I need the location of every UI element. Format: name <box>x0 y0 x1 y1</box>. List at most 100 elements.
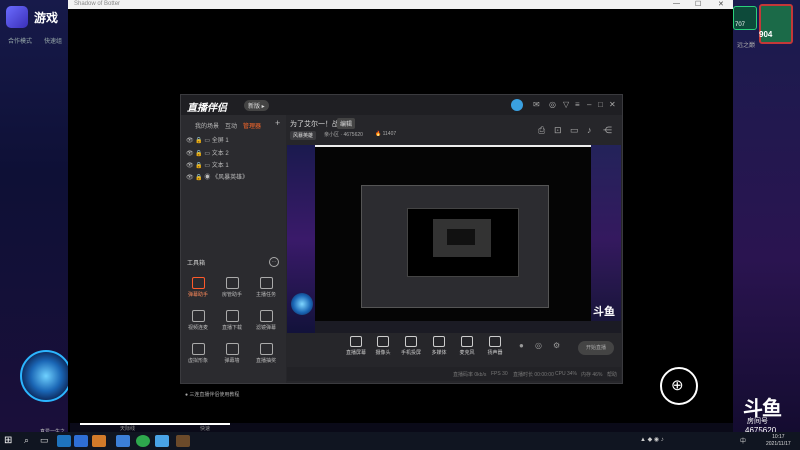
game-bottom-strip: 天际线 快速 <box>70 423 733 432</box>
toolbox-title: 工具箱 <box>187 261 206 267</box>
tool-label: 滤镜弹幕 <box>255 325 276 331</box>
search-icon[interactable]: ⌕ <box>24 435 38 447</box>
media-button[interactable]: 多媒体 <box>426 336 452 356</box>
tool-danmu-wall[interactable]: 弹幕墙 <box>217 343 247 364</box>
tool-video-link[interactable]: 视频连麦 <box>183 310 213 331</box>
control-label: 扬声器 <box>487 350 503 356</box>
memory-status: 内存 46% <box>581 372 603 378</box>
source-label: 文本 1 <box>211 163 229 169</box>
app-icon[interactable] <box>116 435 130 447</box>
nested-preview-inner <box>433 219 491 257</box>
media-icon <box>433 336 445 347</box>
avatar-icon <box>191 343 205 355</box>
tab-interaction[interactable]: 互动 <box>225 121 237 130</box>
notice-icon[interactable]: ◎ <box>549 100 556 109</box>
maximize-icon[interactable]: □ <box>598 100 603 109</box>
avatar[interactable] <box>511 99 523 111</box>
source-item[interactable]: 👁 🔒 ▭ 全屏 1 <box>186 135 229 144</box>
mode-label: 快速组 <box>44 39 63 45</box>
badge-count: 707 <box>735 22 746 28</box>
fps-status: FPS 30 <box>491 371 508 377</box>
stream-preview[interactable]: 斗鱼 <box>287 145 621 333</box>
maximize-button[interactable]: ☐ <box>695 0 701 8</box>
ime-indicator[interactable]: 中 <box>740 436 746 445</box>
add-scene-button[interactable]: + <box>275 118 280 128</box>
tab-scenes[interactable]: 我的场景 <box>195 121 219 130</box>
gift-icon[interactable]: ▽ <box>563 100 569 109</box>
bell-icon[interactable]: ♪ <box>587 125 592 135</box>
app-icon[interactable] <box>92 435 106 447</box>
nested-preview-deep <box>447 229 475 245</box>
message-icon[interactable]: ✉ <box>533 100 540 109</box>
tab-manager[interactable]: 管理器 <box>243 121 261 130</box>
monitor-icon <box>350 336 362 347</box>
game-left-panel: 游戏 合作模式 快速组 真爱一生之 <box>0 0 72 435</box>
tray-icons[interactable]: ▲ ◆ ◉ ♪ <box>640 436 664 443</box>
tool-download[interactable]: 直播下载 <box>217 310 247 331</box>
close-icon[interactable]: ✕ <box>609 100 616 109</box>
source-label: 《风暴英雄》 <box>212 175 249 181</box>
game-label: 远之巅 <box>737 43 756 49</box>
control-label: 直播屏幕 <box>345 350 366 356</box>
control-label: 麦克风 <box>459 350 475 356</box>
eye-icon[interactable]: ◎ <box>535 341 542 350</box>
settings-icon[interactable]: ⚙ <box>553 341 560 350</box>
chrome-icon[interactable] <box>136 435 150 447</box>
download-icon <box>225 310 239 322</box>
game-logo-icon <box>6 6 28 28</box>
filter-icon <box>259 310 273 322</box>
speaker-icon <box>489 336 501 347</box>
edge-icon[interactable] <box>57 435 71 447</box>
tool-host-tasks[interactable]: 主播任务 <box>251 277 281 298</box>
toolbox-more-button[interactable]: ··· <box>269 257 279 267</box>
minimize-icon[interactable]: – <box>587 100 591 109</box>
tool-room-manager[interactable]: 房管助手 <box>217 277 247 298</box>
screen-capture-button[interactable]: 直播屏幕 <box>343 336 369 356</box>
tool-lottery[interactable]: 直播抽奖 <box>251 343 281 364</box>
tutorial-link[interactable]: ● 三连直播伴侣使用教程 <box>185 391 239 398</box>
lock-icon[interactable]: ⊡ <box>554 125 562 136</box>
window-titlebar: Shadow of Botter — ☐ ✕ <box>68 0 733 9</box>
windows-taskbar: ⊞ ⌕ ▭ ▲ ◆ ◉ ♪ 中 10:17 2021/11/17 <box>0 432 800 450</box>
task-view-icon[interactable]: ▭ <box>40 435 54 447</box>
start-stream-button[interactable]: 开始直播 <box>578 341 614 355</box>
camera-button[interactable]: 摄像头 <box>370 336 396 356</box>
record-icon[interactable]: ● <box>519 341 524 350</box>
room-title[interactable]: 为了艾尔一！战 <box>290 119 339 129</box>
edit-tag[interactable]: 编辑 <box>337 118 356 129</box>
score-value: 904 <box>759 30 773 39</box>
start-icon[interactable]: ⊞ <box>4 435 12 446</box>
tool-danmu-assistant[interactable]: 弹幕助手 <box>183 277 213 298</box>
tool-filter[interactable]: 滤镜弹幕 <box>251 310 281 331</box>
game-taskbar-icon[interactable] <box>176 435 190 447</box>
control-label: 摄像头 <box>375 350 391 356</box>
speaker-button[interactable]: 扬声器 <box>482 336 508 356</box>
comment-icon[interactable]: ▭ <box>570 125 579 136</box>
tool-label: 直播下载 <box>221 325 242 331</box>
close-button[interactable]: ✕ <box>718 0 724 8</box>
source-label: 文本 2 <box>211 151 229 157</box>
version-badge[interactable]: 新版 ▸ <box>244 100 269 111</box>
source-item[interactable]: 👁 🔒 ▭ 文本 2 <box>186 148 229 157</box>
minimize-button[interactable]: — <box>673 0 680 7</box>
streaming-app-window: 直播伴侣 新版 ▸ ✉ ◎ ▽ ≡ – □ ✕ 我的场景 互动 管理器 + 👁 … <box>180 94 623 398</box>
source-item[interactable]: 👁 🔒 ▭ 文本 1 <box>186 160 229 169</box>
category-badge[interactable]: 风暴英雄 <box>290 131 317 140</box>
app-icon[interactable] <box>74 435 88 447</box>
source-item[interactable]: 👁 🔒 ◉ 《风暴英雄》 <box>186 172 248 181</box>
help-link[interactable]: 帮助 <box>607 371 617 378</box>
menu-icon[interactable]: ≡ <box>575 100 580 109</box>
microphone-button[interactable]: 麦克风 <box>454 336 480 356</box>
tool-avatar[interactable]: 虚拟形象 <box>183 343 213 364</box>
camera-header-icon[interactable]: ⎙ <box>538 125 545 136</box>
share-icon[interactable]: ⋲ <box>603 125 612 136</box>
phone-cast-button[interactable]: 手机投屏 <box>398 336 424 356</box>
wall-icon <box>225 343 239 355</box>
app-icon[interactable] <box>155 435 169 447</box>
tool-label: 弹幕墙 <box>224 358 240 364</box>
tool-label: 视频连麦 <box>187 325 208 331</box>
microphone-icon <box>461 336 473 347</box>
clock[interactable]: 10:17 2021/11/17 <box>766 434 791 448</box>
user-icon <box>225 277 239 289</box>
heat-count: 🔥 11407 <box>375 131 397 137</box>
